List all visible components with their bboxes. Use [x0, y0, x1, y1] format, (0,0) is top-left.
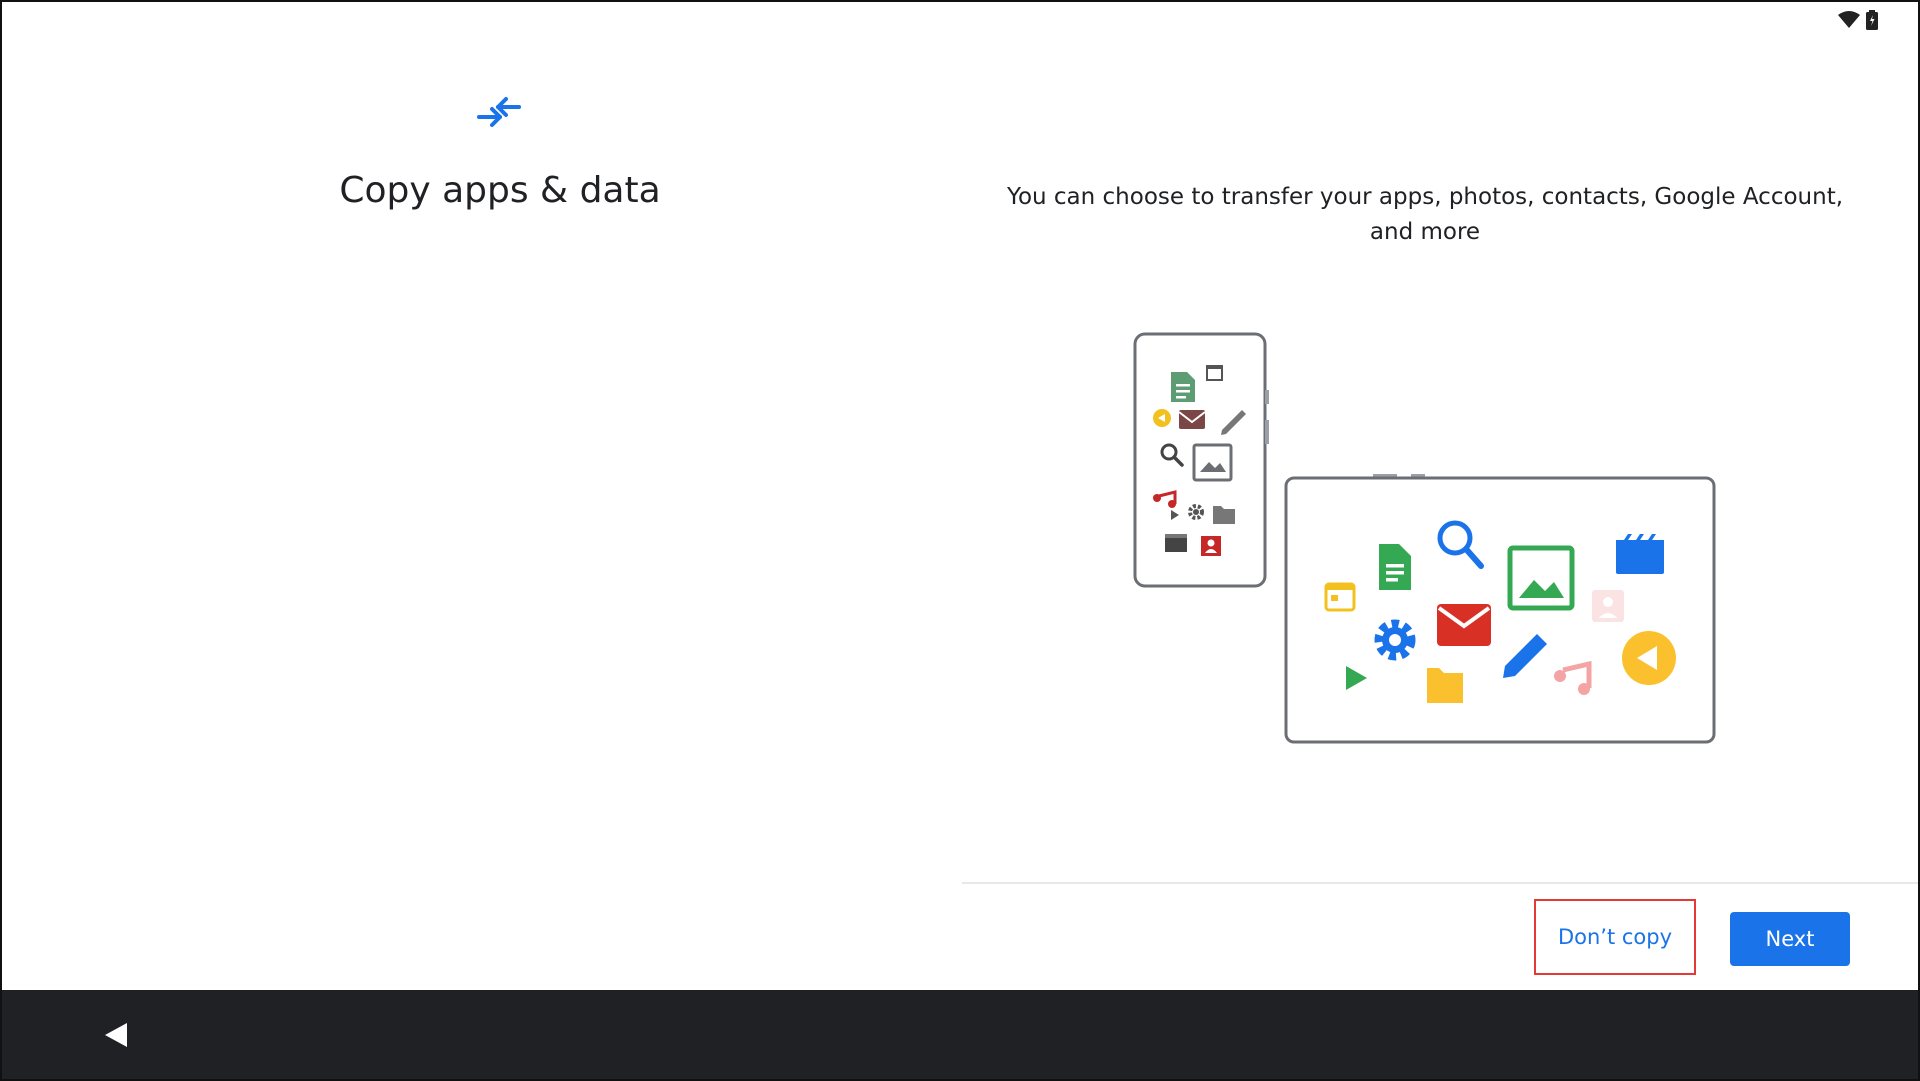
phone-to-tablet-transfer-illustration [1133, 332, 1716, 744]
setup-screen: Copy apps & data You can choose to trans… [0, 0, 1920, 1081]
phone-graphic [1133, 332, 1269, 588]
tablet-graphic [1284, 474, 1716, 744]
status-bar [1838, 8, 1878, 32]
page-title: Copy apps & data [339, 170, 661, 211]
dont-copy-button[interactable]: Don’t copy [1534, 899, 1696, 975]
wifi-icon [1838, 11, 1860, 28]
description-text: You can choose to transfer your apps, ph… [1006, 184, 1844, 245]
navigation-bar [2, 990, 1918, 1079]
footer-divider [962, 882, 1918, 884]
transfer-arrows-icon [477, 97, 521, 127]
battery-icon [1866, 10, 1878, 30]
back-triangle-icon[interactable] [102, 1020, 132, 1050]
next-button[interactable]: Next [1730, 912, 1850, 966]
